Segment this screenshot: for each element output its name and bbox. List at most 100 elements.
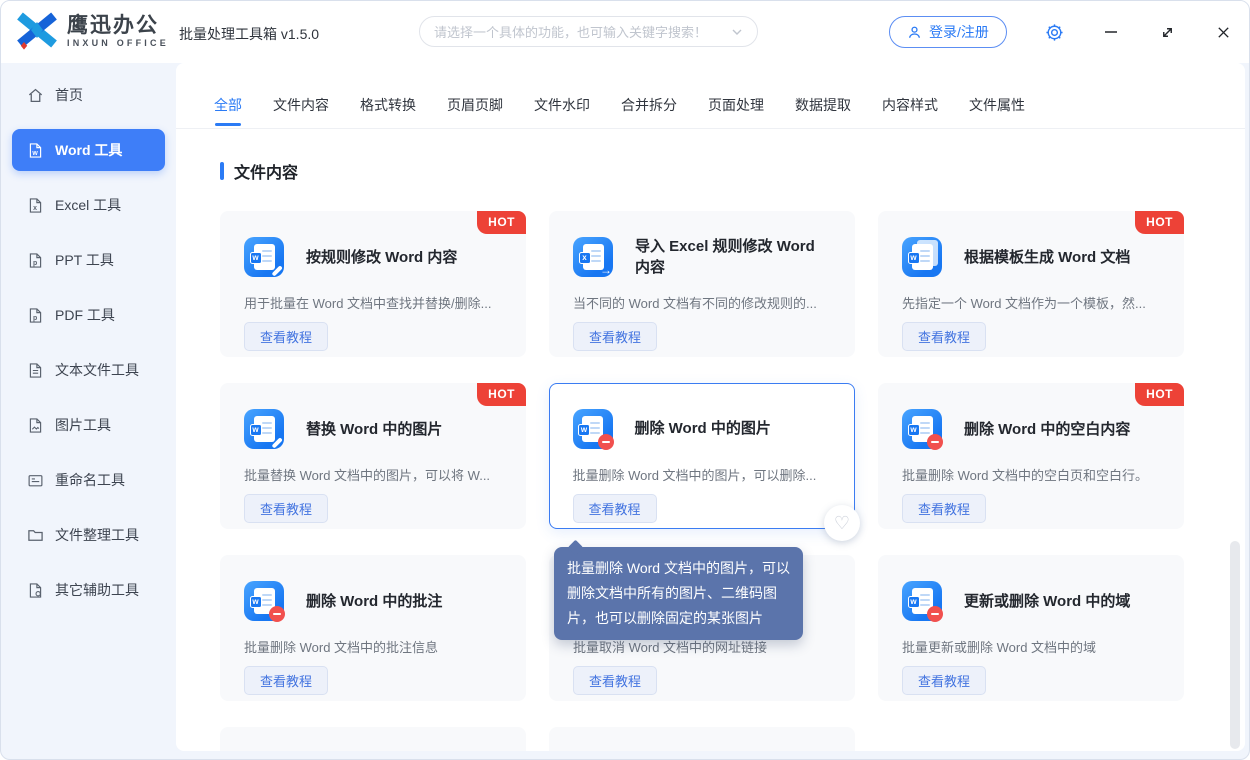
sidebar-item-label: 文件整理工具 (55, 525, 139, 545)
sidebar-item-other-tools[interactable]: 其它辅助工具 (12, 569, 165, 611)
main-panel: 全部文件内容格式转换页眉页脚文件水印合并拆分页面处理数据提取内容样式文件属性 文… (176, 63, 1245, 751)
tab-文件属性[interactable]: 文件属性 (969, 95, 1025, 115)
tab-页眉页脚[interactable]: 页眉页脚 (447, 95, 503, 115)
sidebar-item-organize-tools[interactable]: 文件整理工具 (12, 514, 165, 556)
rename-icon (27, 472, 44, 489)
category-tabs: 全部 文件内容 格式转换 页眉页脚 文件水印 合并拆分 页面处理 数据提取 内容样式 文件属性 (176, 63, 1245, 129)
svg-text:p: p (33, 259, 37, 266)
tool-card[interactable]: w删除 Word 中的批注批量删除 Word 文档中的批注信息查看教程 (220, 555, 526, 701)
card-description: 批量删除 Word 文档中的空白页和空白行。 (902, 465, 1166, 484)
login-register-button[interactable]: 登录/注册 (889, 16, 1007, 48)
tab-页面处理[interactable]: 页面处理 (708, 95, 764, 115)
card-description: 用于批量在 Word 文档中查找并替换/删除... (244, 293, 508, 312)
tab-内容样式[interactable]: 内容样式 (882, 95, 938, 115)
view-tutorial-button[interactable]: 查看教程 (244, 494, 328, 523)
tool-card[interactable]: x→导入 Excel 规则修改 Word 内容当不同的 Word 文档有不同的修… (549, 211, 855, 357)
hot-badge: HOT (1135, 211, 1184, 234)
file-pdf-icon: p (27, 307, 44, 324)
view-tutorial-button[interactable]: 查看教程 (244, 666, 328, 695)
view-tutorial-button[interactable]: 查看教程 (902, 666, 986, 695)
view-tutorial-button[interactable]: 查看教程 (573, 494, 657, 523)
sidebar-item-pdf-tools[interactable]: pPDF 工具 (12, 294, 165, 336)
file-x-icon: x (27, 197, 44, 214)
tab-格式转换[interactable]: 格式转换 (360, 95, 416, 115)
sidebar-item-label: Word 工具 (55, 140, 122, 160)
tab-文件内容[interactable]: 文件内容 (273, 95, 329, 115)
sidebar-item-label: 其它辅助工具 (55, 580, 139, 600)
sidebar-item-text-tools[interactable]: 文本文件工具 (12, 349, 165, 391)
card-description: 批量删除 Word 文档中的图片，可以删除... (573, 465, 838, 484)
sidebar-item-image-tools[interactable]: 图片工具 (12, 404, 165, 446)
delete-badge-icon (927, 606, 943, 622)
card-description: 先指定一个 Word 文档作为一个模板，然... (902, 293, 1166, 312)
app-window: 鹰迅办公 INXUN OFFICE 批量处理工具箱 v1.5.0 请选择一个具体… (0, 0, 1250, 760)
word-doc-icon: w (244, 581, 284, 621)
sidebar-item-label: 文本文件工具 (55, 360, 139, 380)
section-title: 文件内容 (234, 159, 298, 183)
word-doc-icon: w (902, 409, 942, 449)
favorite-heart-button[interactable]: ♡ (824, 505, 860, 541)
sidebar-item-label: 图片工具 (55, 415, 111, 435)
word-doc-icon: w (902, 581, 942, 621)
view-tutorial-button[interactable]: 查看教程 (902, 322, 986, 351)
card-title: 删除 Word 中的图片 (635, 418, 771, 439)
card-tooltip: 批量删除 Word 文档中的图片，可以 删除文档中所有的图片、二维码图 片，也可… (554, 547, 803, 640)
function-search-select[interactable]: 请选择一个具体的功能，也可输入关键字搜索！ (419, 16, 758, 47)
section-accent-bar (220, 162, 224, 180)
hot-badge: HOT (477, 383, 526, 406)
view-tutorial-button[interactable]: 查看教程 (244, 322, 328, 351)
svg-text:w: w (31, 149, 38, 156)
card-description: 批量替换 Word 文档中的图片，可以将 W... (244, 465, 508, 484)
tool-card[interactable]: HOT w 根据模板生成 Word 文档先指定一个 Word 文档作为一个模板，然.… (878, 211, 1184, 357)
search-placeholder: 请选择一个具体的功能，也可输入关键字搜索！ (434, 22, 725, 41)
maximize-button[interactable] (1156, 21, 1178, 43)
sidebar: 首页 w Word 工具 x Excel 工具 p PPT 工具 pPDF 工具文本文件工具图… (1, 63, 176, 759)
sidebar-item-excel-tools[interactable]: x Excel 工具 (12, 184, 165, 226)
card-description: 批量更新或删除 Word 文档中的域 (902, 637, 1166, 656)
user-icon (907, 25, 922, 40)
card-description: 当不同的 Word 文档有不同的修改规则的... (573, 293, 837, 312)
tool-card[interactable]: HOTw删除 Word 中的空白内容批量删除 Word 文档中的空白页和空白行。… (878, 383, 1184, 529)
login-label: 登录/注册 (929, 22, 989, 42)
maximize-icon (1160, 25, 1175, 40)
minimize-button[interactable] (1100, 21, 1122, 43)
tab-全部[interactable]: 全部 (214, 95, 242, 115)
sidebar-item-ppt-tools[interactable]: p PPT 工具 (12, 239, 165, 281)
file-p-icon: p (27, 252, 44, 269)
tool-card[interactable]: w更新或删除 Word 中的域批量更新或删除 Word 文档中的域查看教程 (878, 555, 1184, 701)
tab-文件水印[interactable]: 文件水印 (534, 95, 590, 115)
close-icon (1216, 25, 1231, 40)
view-tutorial-button[interactable]: 查看教程 (902, 494, 986, 523)
sidebar-item-label: Excel 工具 (55, 195, 121, 215)
word-doc-icon: w (573, 409, 613, 449)
sidebar-item-rename-tools[interactable]: 重命名工具 (12, 459, 165, 501)
view-tutorial-button[interactable]: 查看教程 (573, 666, 657, 695)
sidebar-item-label: PPT 工具 (55, 250, 114, 270)
card-description: 批量删除 Word 文档中的批注信息 (244, 637, 508, 656)
tab-合并拆分[interactable]: 合并拆分 (621, 95, 677, 115)
word-doc-icon: w (244, 409, 284, 449)
tool-card[interactable]: w 删除 Word 中的图片批量删除 Word 文档中的图片，可以删除... 查看教… (549, 383, 855, 529)
sidebar-item-home[interactable]: 首页 (12, 74, 165, 116)
brand-name-en: INXUN OFFICE (67, 39, 169, 48)
file-text-icon (27, 362, 44, 379)
view-tutorial-button[interactable]: 查看教程 (573, 322, 657, 351)
titlebar: 鹰迅办公 INXUN OFFICE 批量处理工具箱 v1.5.0 请选择一个具体… (1, 1, 1249, 63)
card-title: 根据模板生成 Word 文档 (964, 247, 1130, 268)
tool-card[interactable]: HOTw替换 Word 中的图片批量替换 Word 文档中的图片，可以将 W..… (220, 383, 526, 529)
tool-card[interactable]: HOTw按规则修改 Word 内容用于批量在 Word 文档中查找并替换/删除.… (220, 211, 526, 357)
import-badge-icon: → (600, 264, 612, 276)
sidebar-item-label: 重命名工具 (55, 470, 125, 490)
svg-text:p: p (33, 314, 37, 321)
card-title: 导入 Excel 规则修改 Word 内容 (635, 236, 830, 278)
settings-button[interactable] (1043, 21, 1065, 43)
tab-数据提取[interactable]: 数据提取 (795, 95, 851, 115)
vertical-scrollbar-thumb[interactable] (1230, 541, 1240, 749)
word-doc-icon: w (902, 237, 942, 277)
close-button[interactable] (1212, 21, 1234, 43)
delete-badge-icon (598, 434, 614, 450)
sidebar-item-word-tools[interactable]: w Word 工具 (12, 129, 165, 171)
file-image-icon (27, 417, 44, 434)
tool-card[interactable]: w (220, 727, 526, 751)
tool-card[interactable]: w (549, 727, 855, 751)
